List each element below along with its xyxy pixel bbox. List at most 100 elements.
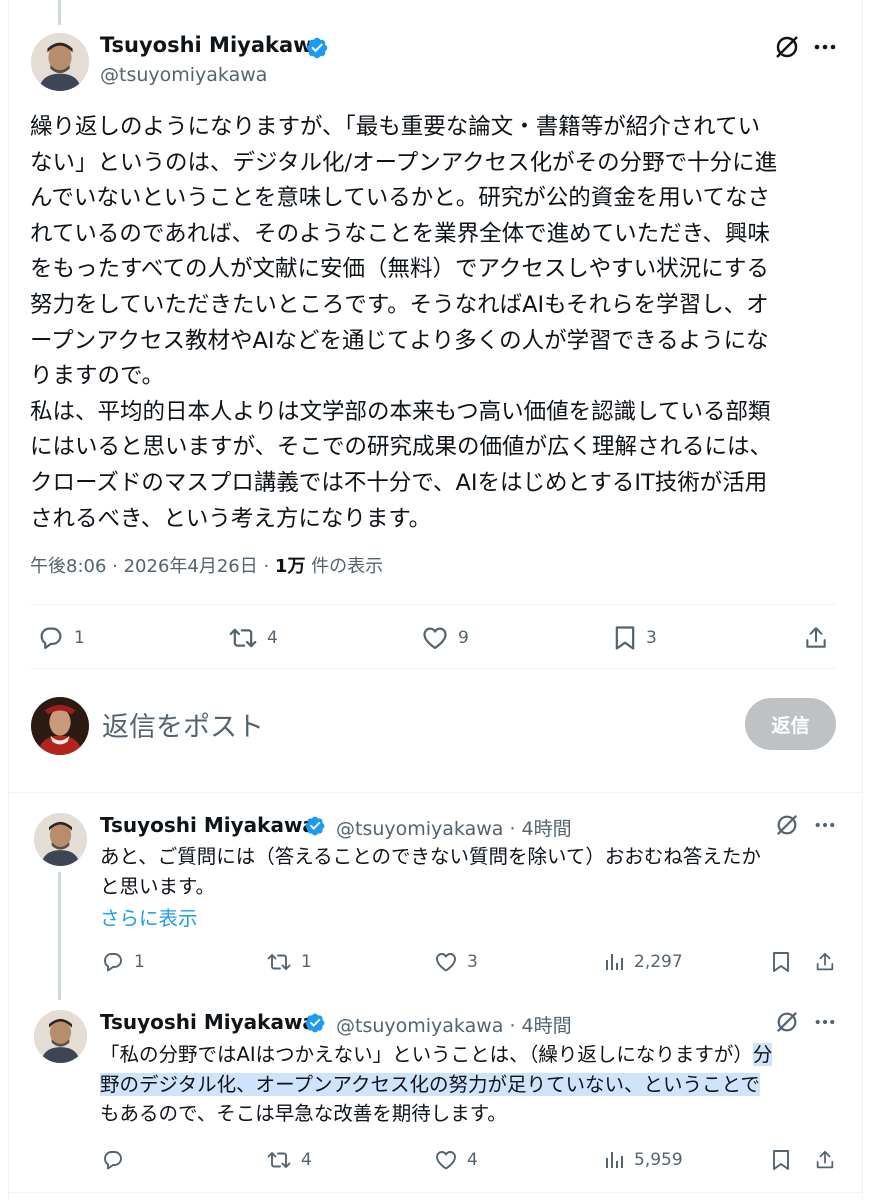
reply-author-name[interactable]: Tsuyoshi Miyakawa [100, 1010, 316, 1034]
reply-avatar[interactable] [34, 813, 87, 866]
show-more-link[interactable]: さらに表示 [100, 902, 198, 931]
reply-text-line: と思います。 [100, 874, 216, 898]
author-avatar[interactable] [31, 33, 89, 91]
reply-text: あと、ご質問には（答えることのできない質問を除いて）おおむね答えたか と思います… [100, 842, 840, 901]
post-text: 繰り返しのようになりますが、「最も重要な論文・書籍等が紹介されてい ない」という… [30, 110, 840, 537]
grok-icon[interactable] [774, 34, 800, 60]
repost-count: 4 [301, 1150, 312, 1170]
post-text-line: をもったすべての人が文献に安価（無料）でアクセスしやすい状況にする [30, 256, 769, 283]
share-action[interactable] [803, 624, 829, 652]
more-icon[interactable] [815, 1019, 835, 1025]
like-count: 9 [458, 628, 469, 648]
like-action[interactable]: 4 [433, 1148, 478, 1172]
post-text-line: ない」というのは、デジタル化/オープンアクセス化がその分野で十分に進 [30, 149, 778, 176]
repost-action[interactable]: 4 [265, 1148, 312, 1172]
reply-avatar[interactable] [34, 1010, 87, 1063]
post-text-line: にはいると思いますが、そこでの研究成果の価値が広く理解されるには、 [30, 434, 773, 461]
reply-text-line: もあるので、そこは早急な改善を期待します。 [100, 1102, 507, 1125]
bookmark-action[interactable] [770, 950, 792, 974]
bookmark-icon [773, 1150, 789, 1170]
post-text-line: 努力をしていただきたいところです。そうなればAIもそれらを学習し、オ [30, 291, 769, 318]
more-icon[interactable] [814, 44, 836, 50]
reply-input[interactable]: 返信をポスト [102, 705, 264, 744]
like-count: 4 [467, 1150, 478, 1170]
heart-icon [436, 953, 456, 972]
grok-icon[interactable] [775, 813, 799, 837]
current-user-avatar[interactable] [31, 697, 89, 755]
reply-submit-button[interactable]: 返信 [745, 698, 836, 750]
reply-author-name[interactable]: Tsuyoshi Miyakawa [100, 813, 316, 837]
views-action[interactable]: 5,959 [602, 1148, 683, 1172]
post-text-line: 繰り返しのようになりますが、「最も重要な論文・書籍等が紹介されてい [30, 114, 761, 140]
reply-action[interactable]: 1 [36, 624, 85, 652]
reply-icon [104, 1151, 122, 1170]
repost-action[interactable]: 1 [265, 950, 312, 974]
reply-count: 1 [74, 628, 85, 648]
reply-action[interactable]: 1 [100, 950, 145, 974]
author-name[interactable]: Tsuyoshi Miyakawa [100, 33, 327, 57]
reply-text-segment: 「私の分野ではAIはつかえない」ということは、（繰り返しになりますが） [100, 1043, 753, 1066]
post-text-line: ープンアクセス教材やAIなどを通じてより多くの人が学習できるようにな [30, 327, 769, 354]
bookmark-action[interactable]: 3 [612, 624, 657, 652]
reply-count: 1 [134, 952, 145, 972]
repost-icon [229, 628, 257, 648]
post-timestamp[interactable]: 午後8:06 · 2026年4月26日 · [30, 556, 275, 577]
views-action[interactable]: 2,297 [602, 950, 683, 974]
verified-badge-icon [305, 816, 325, 836]
reply-icon [40, 627, 62, 650]
analytics-icon [606, 954, 623, 970]
reply-handle-time[interactable]: @tsuyomiyakawa · 4時間 [336, 814, 572, 841]
post-text-line: んでいないということを意味しているかと。研究が公的資金を用いてなさ [30, 185, 771, 212]
post-text-line: 私は、平均的日本人よりは文学部の本来もつ高い価値を認識している部類 [30, 398, 771, 425]
divider [8, 1192, 863, 1193]
repost-action[interactable]: 4 [227, 624, 278, 652]
more-icon[interactable] [815, 822, 835, 828]
verified-badge-icon [305, 1013, 325, 1033]
like-action[interactable]: 3 [433, 950, 478, 974]
repost-count: 4 [267, 628, 278, 648]
bookmark-icon [615, 626, 635, 650]
thread-line [58, 872, 61, 1000]
share-action[interactable] [814, 950, 836, 974]
divider [8, 792, 863, 793]
divider [30, 668, 836, 669]
reply-text-line: 「私の分野ではAIはつかえない」ということは、（繰り返しになりますが）分 [100, 1040, 840, 1070]
reply-icon [104, 953, 122, 972]
analytics-icon [606, 1152, 623, 1168]
verified-badge-icon [306, 37, 328, 59]
like-count: 3 [467, 952, 478, 972]
share-action[interactable] [814, 1148, 836, 1172]
share-icon [816, 1150, 834, 1169]
heart-icon [436, 1151, 456, 1170]
view-count: 1万 [274, 556, 306, 577]
bookmark-icon [773, 952, 789, 972]
highlighted-text: 分 [752, 1043, 773, 1066]
post-text-line: されるべき、という考え方になります。 [30, 505, 432, 532]
post-meta: 午後8:06 · 2026年4月26日 · 1万 件の表示 [30, 552, 383, 578]
thread-line-top [58, 0, 61, 25]
bookmark-action[interactable] [770, 1148, 792, 1172]
reply-text: 「私の分野ではAIはつかえない」ということは、（繰り返しになりますが）分 野のデ… [100, 1040, 840, 1129]
view-label: 件の表示 [305, 556, 384, 577]
timeline-border-right [862, 0, 863, 1200]
reply-text-line: あと、ご質問には（答えることのできない質問を除いて）おおむね答えたか [100, 845, 761, 868]
repost-icon [267, 1152, 291, 1168]
post-text-line: れているのであれば、そのようなことを業界全体で進めていただき、興味 [30, 220, 771, 247]
highlighted-text: 野のデジタル化、オープンアクセス化の努力が足りていない、ということで [100, 1072, 760, 1096]
reply-action[interactable] [100, 1148, 134, 1172]
like-action[interactable]: 9 [420, 624, 469, 652]
post-text-line: クローズドのマスプロ講義では不十分で、AIをはじめとするIT技術が活用 [30, 469, 768, 496]
share-icon [816, 952, 834, 971]
repost-icon [267, 954, 291, 970]
author-handle[interactable]: @tsuyomiyakawa [100, 64, 267, 86]
share-icon [806, 627, 826, 648]
bookmark-count: 3 [646, 628, 657, 648]
views-count: 5,959 [634, 1150, 683, 1170]
reply-text-line: 野のデジタル化、オープンアクセス化の努力が足りていない、ということで [100, 1070, 840, 1100]
timeline-border-left [8, 0, 9, 1200]
reply-handle-time[interactable]: @tsuyomiyakawa · 4時間 [336, 1011, 572, 1038]
divider [30, 604, 836, 605]
views-count: 2,297 [634, 952, 683, 972]
grok-icon[interactable] [775, 1010, 799, 1034]
heart-icon [423, 627, 447, 650]
